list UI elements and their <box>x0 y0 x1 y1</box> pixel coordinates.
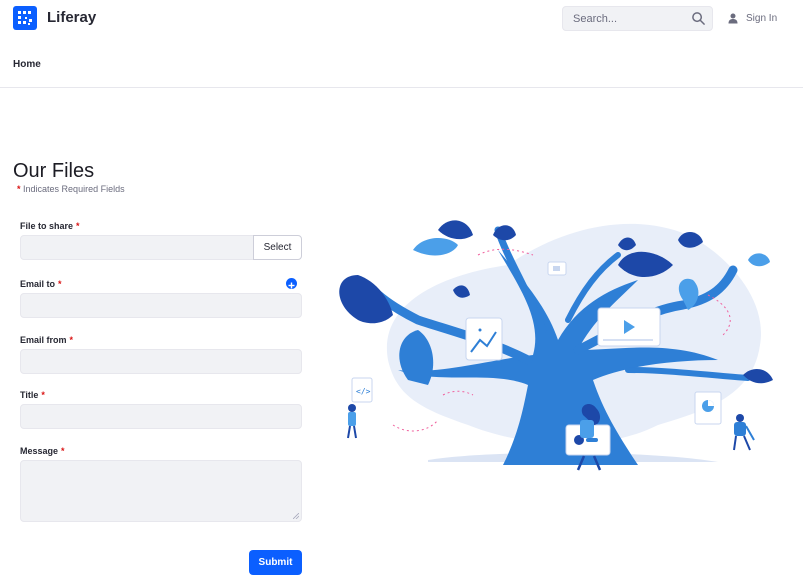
email-to-label-text: Email to <box>20 279 56 289</box>
leaf <box>438 220 473 240</box>
video-card-icon <box>597 307 661 347</box>
title-field[interactable] <box>20 404 302 429</box>
email-to-label: Email to * <box>20 279 62 289</box>
leaf <box>413 238 458 256</box>
sign-in-label: Sign In <box>746 13 778 24</box>
chart-card-icon <box>465 317 503 361</box>
leaf <box>748 253 770 267</box>
add-recipient-icon[interactable] <box>286 278 297 289</box>
required-asterisk: * <box>58 279 62 289</box>
file-to-share-label-text: File to share <box>20 221 74 231</box>
email-from-label-text: Email from <box>20 335 67 345</box>
required-asterisk: * <box>61 446 65 456</box>
svg-text:</>: </> <box>356 387 371 396</box>
tree-illustration: </> <box>339 220 773 471</box>
site-name[interactable]: Liferay <box>47 9 96 26</box>
message-label-text: Message <box>20 446 59 456</box>
required-asterisk: * <box>69 335 74 345</box>
search-icon[interactable] <box>691 11 706 26</box>
code-card-icon: </> <box>351 377 373 403</box>
file-to-share-field[interactable] <box>20 235 254 260</box>
pie-card-icon <box>694 391 722 425</box>
required-asterisk: * <box>17 184 21 194</box>
dashed-line <box>392 419 439 432</box>
person-left-icon <box>347 404 357 439</box>
submit-button[interactable]: Submit <box>249 550 302 575</box>
search-box[interactable] <box>562 6 713 31</box>
navigation-bar: Home <box>0 38 803 88</box>
page-title: Our Files <box>13 160 95 182</box>
email-from-label: Email from * <box>20 335 73 345</box>
small-card-icon <box>547 261 567 276</box>
title-label-text: Title <box>20 390 39 400</box>
liferay-logo-icon[interactable] <box>13 6 37 30</box>
nav-item-home[interactable]: Home <box>13 59 41 70</box>
resize-grip-icon[interactable] <box>293 513 299 519</box>
email-from-field[interactable] <box>20 349 302 374</box>
required-fields-note: * Indicates Required Fields <box>17 184 125 194</box>
select-file-button[interactable]: Select <box>253 235 302 260</box>
leaf <box>339 275 393 324</box>
person-right-icon <box>733 414 755 451</box>
required-asterisk: * <box>76 221 80 231</box>
email-to-field[interactable] <box>20 293 302 318</box>
file-to-share-label: File to share * <box>20 221 80 231</box>
required-asterisk: * <box>41 390 45 400</box>
message-textarea[interactable] <box>20 460 302 522</box>
required-note-text: Indicates Required Fields <box>23 184 125 194</box>
search-input[interactable] <box>563 7 683 30</box>
user-icon <box>728 13 738 24</box>
sign-in-link[interactable]: Sign In <box>728 11 777 26</box>
top-bar: Liferay Sign In <box>0 0 803 38</box>
message-label: Message * <box>20 446 65 456</box>
title-label: Title * <box>20 390 45 400</box>
